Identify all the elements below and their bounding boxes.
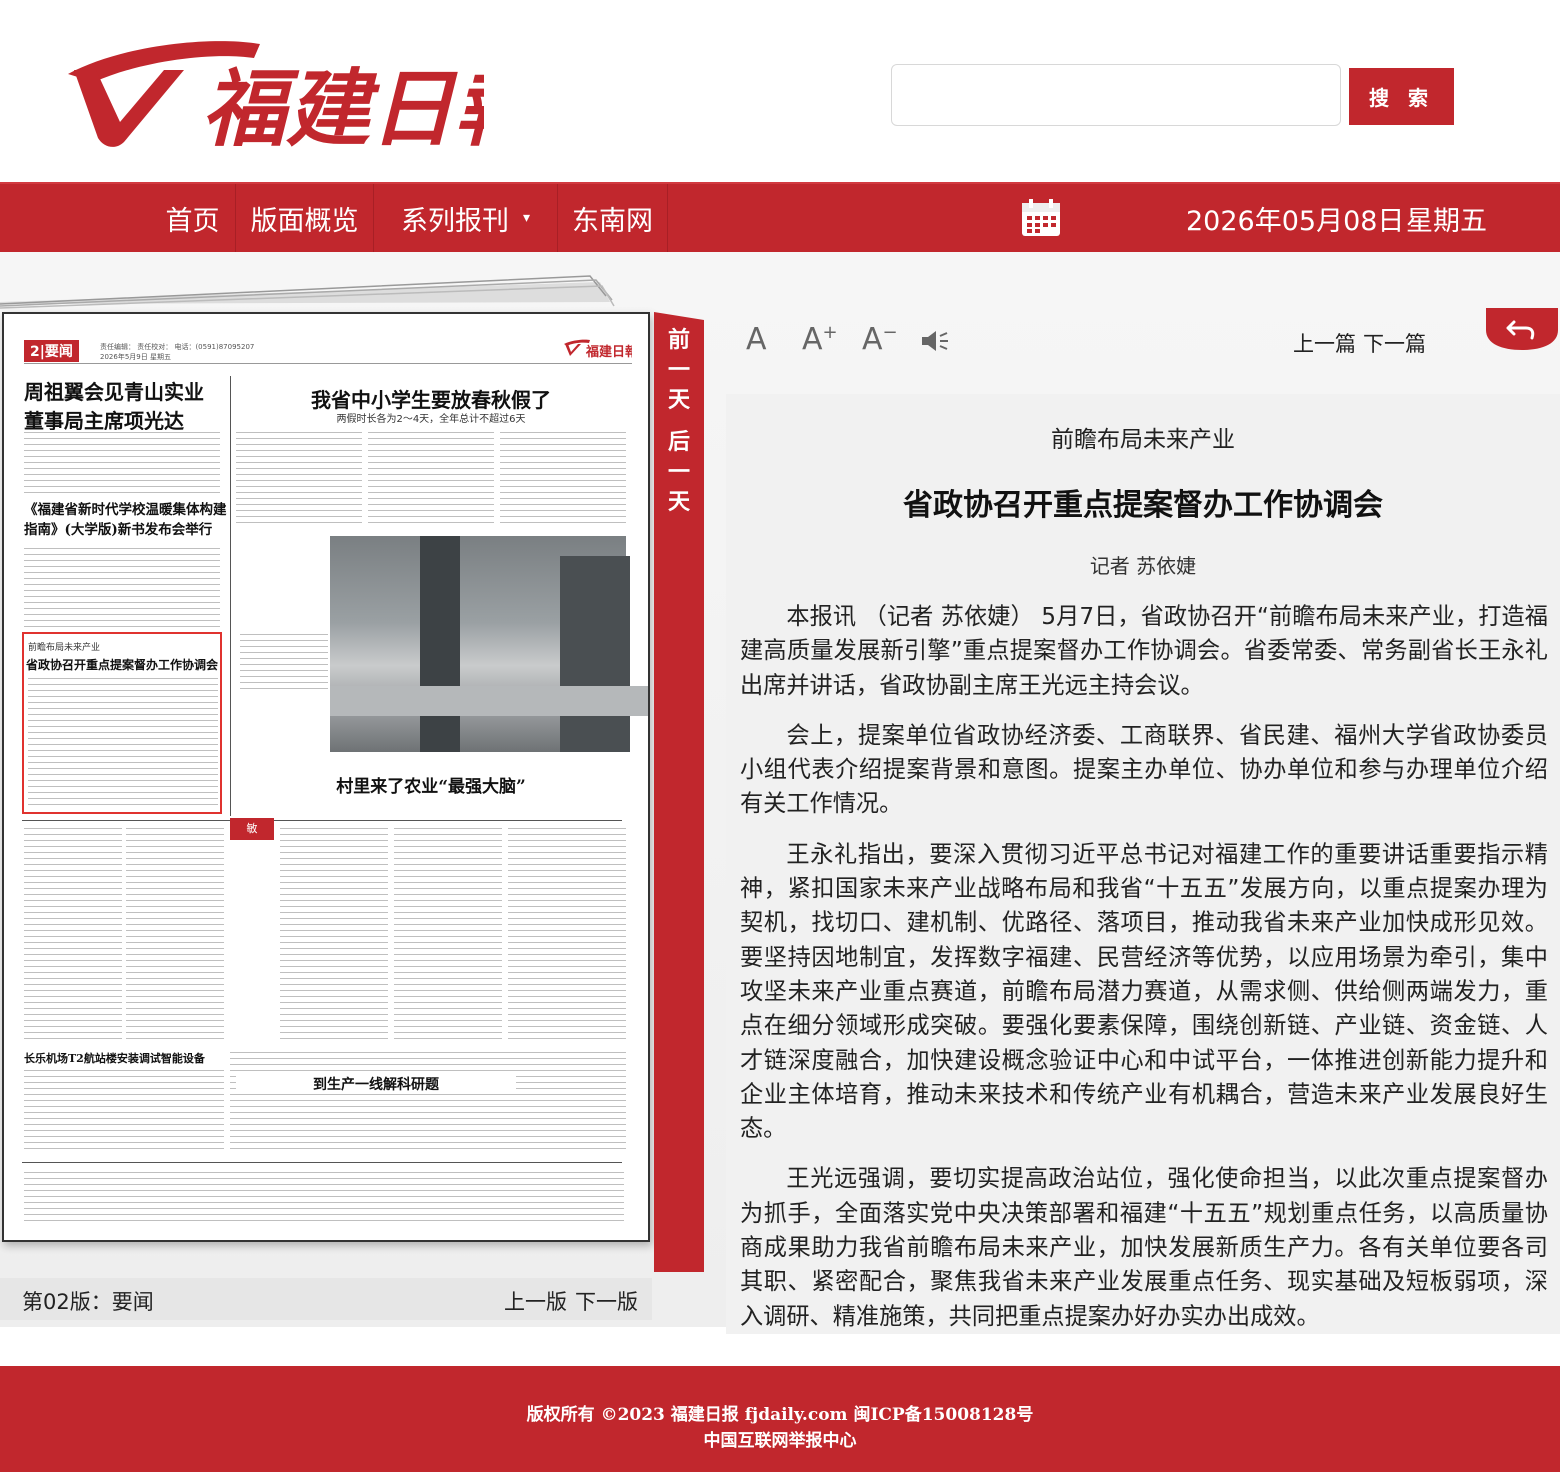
paper-text-block — [368, 430, 494, 526]
article-toolbar: A A+ A− 上一篇 下一篇 — [726, 312, 1560, 370]
nav-series-dropdown[interactable]: 系列报刊 ▾ — [374, 184, 558, 252]
paper-text-block — [236, 430, 362, 526]
current-weekday: 星期五 — [1406, 205, 1487, 237]
edition-bar: 第02版：要闻 上一版 下一版 — [0, 1278, 652, 1320]
svg-text:福建日報: 福建日報 — [585, 344, 632, 360]
copyright-line: 版权所有 ©2023 福建日报 fjdaily.com 闽ICP备1500812… — [526, 1405, 1034, 1425]
paper-text-block — [126, 826, 224, 1042]
paper-text-block — [230, 1050, 626, 1154]
article-byline: 记者 苏依婕 — [1089, 554, 1197, 578]
site-footer: 版权所有 ©2023 福建日报 fjdaily.com 闽ICP备1500812… — [0, 1366, 1560, 1472]
logo-wordmark: 福建日報 — [202, 59, 484, 158]
nav-home[interactable]: 首页 — [150, 184, 236, 252]
report-center-link[interactable]: 中国互联网举报中心 — [0, 1426, 1560, 1451]
paper-headline-5: 村里来了农业“最强大脑” — [336, 777, 526, 797]
paper-text-block — [280, 826, 388, 1042]
paper-headline-1: 周祖翼会见青山实业 董事局主席项光达 — [24, 380, 204, 433]
divider — [230, 376, 231, 816]
day-switch-ribbon[interactable]: 前 一 天 后 一 天 — [654, 312, 704, 1272]
search-input[interactable] — [891, 64, 1341, 126]
paper-headline-3: 《福建省新时代学校温暖集体构建 指南》(大学版)新书发布会举行 — [24, 502, 227, 538]
paper-text-block — [24, 430, 220, 494]
nav-home-label: 首页 — [165, 205, 220, 237]
edition-label: 第02版：要闻 — [22, 1290, 154, 1314]
next-day-char[interactable]: 后 — [664, 424, 694, 456]
prev-edition-link[interactable]: 上一版 — [504, 1286, 567, 1316]
fujian-daily-logo[interactable]: 福建日報 — [64, 30, 549, 160]
paper-text-block — [24, 1068, 224, 1154]
next-day-char[interactable]: 天 — [664, 484, 694, 516]
paper-text-block — [500, 430, 626, 526]
font-reset-button[interactable]: A — [746, 322, 767, 357]
paper-photo-factory — [330, 536, 648, 752]
paper-text-block — [24, 1170, 624, 1226]
nav-series-label: 系列报刊 — [400, 205, 509, 237]
mini-logo: 福建日報 — [564, 339, 632, 360]
nav-dongnan[interactable]: 东南网 — [558, 184, 668, 252]
paper-headline-6: 长乐机场T2航站楼安装调试智能设备 — [24, 1052, 205, 1065]
article-body: 本报讯 （记者 苏依婕） 5月7日，省政协召开“前瞻布局未来产业，打造福建高质量… — [740, 600, 1548, 1334]
divider — [22, 1162, 622, 1163]
paper-text-block — [508, 826, 626, 1042]
prev-day-char[interactable]: 前 — [664, 322, 694, 354]
paper-headline-7: 到生产一线解科研题 — [236, 1074, 516, 1094]
nav-layout-overview[interactable]: 版面概览 — [236, 184, 374, 252]
paper-kicker: 前瞻布局未来产业 — [28, 643, 101, 653]
paper-column-badge: 敏 — [230, 818, 274, 840]
newspaper-page-image[interactable]: 2|要闻 责任编辑： 责任校对： 电话：(0591)87095207 2026年5… — [2, 312, 650, 1242]
paper-text-block — [24, 826, 122, 1042]
nav-layout-overview-label: 版面概览 — [250, 205, 359, 237]
nav-dongnan-label: 东南网 — [572, 205, 653, 237]
prev-day-char[interactable]: 天 — [664, 382, 694, 414]
next-edition-link[interactable]: 下一版 — [575, 1286, 638, 1316]
back-icon[interactable] — [1486, 308, 1558, 352]
font-increase-button[interactable]: A+ — [802, 322, 838, 357]
page-masthead: 2|要闻 责任编辑： 责任校对： 电话：(0591)87095207 2026年5… — [24, 338, 632, 364]
search-button[interactable]: 搜 索 — [1349, 68, 1454, 125]
next-day-char[interactable]: 一 — [664, 454, 694, 486]
page-number-badge: 2|要闻 — [24, 340, 79, 362]
article-paragraph: 王光远强调，要切实提高政治站位，强化使命担当，以此次重点提案督办为抓手，全面落实… — [740, 1165, 1548, 1330]
divider — [22, 820, 622, 821]
paper-caption — [240, 632, 328, 692]
calendar-icon[interactable] — [1020, 198, 1062, 238]
paper-stack-decoration — [0, 275, 615, 309]
font-decrease-button[interactable]: A− — [862, 322, 898, 357]
paper-text-block — [28, 676, 218, 810]
article-paragraph: 王永礼指出，要深入贯彻习近平总书记对福建工作的重要讲话重要指示精神，紧扣国家未来… — [740, 840, 1548, 1143]
current-date: 2026年05月08日 — [1186, 205, 1405, 237]
caret-down-icon: ▾ — [522, 210, 531, 226]
article-panel: 前瞻布局未来产业 省政协召开重点提案督办工作协调会 记者 苏依婕 本报讯 （记者… — [726, 394, 1560, 1334]
paper-text-block — [394, 826, 502, 1042]
page-meta: 责任编辑： 责任校对： 电话：(0591)87095207 2026年5月9日 星… — [100, 343, 255, 361]
paper-text-block — [24, 546, 220, 628]
main-nav: 首页 版面概览 系列报刊 ▾ 东南网 2026年05月08日 星期五 — [0, 182, 1560, 252]
article-kicker: 前瞻布局未来产业 — [1051, 427, 1235, 453]
article-paragraph: 本报讯 （记者 苏依婕） 5月7日，省政协召开“前瞻布局未来产业，打造福建高质量… — [740, 603, 1548, 699]
next-article-link[interactable]: 下一篇 — [1363, 328, 1426, 358]
paper-headline-2: 我省中小学生要放春秋假了 — [311, 388, 551, 412]
paper-subheadline: 两假时长各为2～4天，全年总计不超过6天 — [336, 414, 526, 425]
article-paragraph: 会上，提案单位省政协经济委、工商联界、省民建、福州大学省政协委员小组代表介绍提案… — [740, 721, 1548, 818]
paper-headline-4: 省政协召开重点提案督办工作协调会 — [26, 658, 219, 672]
speaker-icon[interactable] — [920, 328, 950, 354]
prev-day-char[interactable]: 一 — [664, 352, 694, 384]
prev-article-link[interactable]: 上一篇 — [1293, 328, 1356, 358]
article-title: 省政协召开重点提案督办工作协调会 — [903, 488, 1383, 523]
